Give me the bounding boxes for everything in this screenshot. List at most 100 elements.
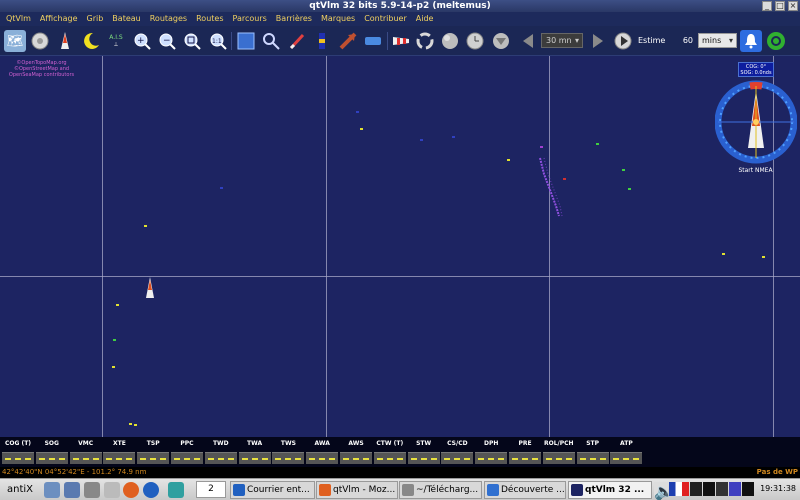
instrument-cs-cd[interactable]: CS/CD [441,440,474,466]
ais-boat-marker[interactable] [622,169,625,171]
compass-icon[interactable] [29,30,51,52]
menu-grib[interactable]: Grib [87,12,104,26]
ais-boat-marker[interactable] [452,136,455,138]
menu-marques[interactable]: Marques [321,12,355,26]
estime-input[interactable]: 60 [668,33,695,48]
ais-boat-marker[interactable] [596,143,599,145]
ais-boat-marker[interactable] [220,187,223,189]
close-button[interactable]: × [788,1,798,11]
ais-boat-marker[interactable] [540,146,543,148]
task-mail[interactable]: Courrier ent... [230,481,315,499]
instrument-cog-t[interactable]: COG (T) [2,440,34,466]
maximize-button[interactable]: □ [775,1,785,11]
menu-contribuer[interactable]: Contribuer [364,12,407,26]
network-icon[interactable] [716,482,728,496]
menu-routages[interactable]: Routages [150,12,187,26]
instrument-stp[interactable]: STP [576,440,609,466]
windsock-icon[interactable] [390,30,412,52]
play-icon[interactable] [612,30,634,52]
square-icon[interactable] [235,30,257,52]
ais-boat-marker[interactable] [356,111,359,113]
barrier-icon[interactable] [311,30,333,52]
desktop-icon[interactable] [44,482,60,498]
thunderbird-icon[interactable] [143,482,159,498]
ais-boat-marker[interactable] [129,423,132,425]
tray-app-icon[interactable] [729,482,741,496]
instrument-tws[interactable]: TWS [272,440,305,466]
gps-icon[interactable] [765,30,787,52]
tray-app-icon[interactable] [690,482,702,496]
app-launcher-icon[interactable] [168,482,184,498]
terminal-icon[interactable] [84,482,100,498]
ais-boat-marker[interactable] [360,128,363,130]
menu-affichage[interactable]: Affichage [40,12,78,26]
ais-boat-marker[interactable] [722,253,725,255]
ais-boat-marker[interactable] [134,424,137,426]
time-step-select[interactable]: 30 mn [541,33,583,48]
task-downloads[interactable]: ~/Télécharg... [399,481,482,499]
task-firefox[interactable]: qtVlm - Moz... [316,481,398,499]
arrow-down-icon[interactable] [490,30,512,52]
tray-app-icon[interactable] [703,482,715,496]
menu-routes[interactable]: Routes [196,12,223,26]
instrument-twd[interactable]: TWD [204,440,237,466]
instrument-ctw-t[interactable]: CTW (T) [373,440,406,466]
menu-parcours[interactable]: Parcours [232,12,266,26]
ais-boat-marker[interactable] [112,366,115,368]
ais-icon[interactable]: A.I.S ⟂ [105,30,127,52]
instrument-tsp[interactable]: TSP [137,440,170,466]
ais-boat-marker[interactable] [628,188,631,190]
estime-unit-select[interactable]: mins [698,33,737,48]
ais-boat-marker[interactable] [144,225,147,227]
menu-bateau[interactable]: Bateau [112,12,140,26]
ruler-icon[interactable] [362,30,384,52]
start-button[interactable]: antiX [2,481,38,499]
pencil-icon[interactable] [286,30,308,52]
minimize-button[interactable]: _ [762,1,772,11]
ais-boat-marker[interactable] [116,304,119,306]
clock-icon[interactable] [464,30,486,52]
task-decouverte[interactable]: Découverte ... [484,481,566,499]
zoom-in-icon[interactable]: + [131,30,153,52]
zoom-fit-icon[interactable] [181,30,203,52]
volume-icon[interactable]: 🔈 [654,482,674,500]
instrument-twa[interactable]: TWA [238,440,271,466]
moon-icon[interactable] [80,30,102,52]
instrument-aws[interactable]: AWS [340,440,372,466]
ais-boat-marker[interactable] [420,139,423,141]
bell-icon[interactable] [740,30,762,52]
instrument-atp[interactable]: ATP [610,440,643,466]
map-canvas[interactable]: ©OpenTopoMap.org ©OpenStreetMap and Open… [0,56,800,437]
instrument-sog[interactable]: SOG [35,440,68,466]
zoom-1-1-icon[interactable]: 1:1 [207,30,229,52]
recycle-icon[interactable] [414,30,436,52]
instrument-awa[interactable]: AWA [306,440,339,466]
route-icon[interactable] [337,30,359,52]
instrument-pre[interactable]: PRE [509,440,541,466]
menu-qtvlm[interactable]: QtVlm [6,12,31,26]
ais-boat-marker[interactable] [113,339,116,341]
search-icon[interactable] [260,30,282,52]
instrument-xte[interactable]: XTE [103,440,136,466]
keyboard-layout-flag-icon[interactable] [669,482,689,496]
menu-barrieres[interactable]: Barrières [276,12,312,26]
tray-app-icon[interactable] [742,482,754,496]
workspace-switcher[interactable]: 2 [196,481,226,498]
editor-icon[interactable] [104,482,120,498]
instrument-rol-pch[interactable]: ROL/PCH [542,440,575,466]
task-qtvlm[interactable]: qtVlm 32 ... [568,481,652,499]
own-boat-icon[interactable] [144,276,156,300]
instrument-vmc[interactable]: VMC [69,440,102,466]
zoom-out-icon[interactable]: − [156,30,178,52]
ais-boat-marker[interactable] [762,256,765,258]
file-manager-icon[interactable] [64,482,80,498]
prev-icon[interactable] [517,30,539,52]
map-icon[interactable]: 🗺 [4,30,26,52]
sphere-icon[interactable] [439,30,461,52]
instrument-stw[interactable]: STW [407,440,440,466]
boat-icon[interactable] [54,30,76,52]
instrument-dph[interactable]: DPH [475,440,508,466]
ais-boat-marker[interactable] [507,159,510,161]
instrument-ppc[interactable]: PPC [171,440,203,466]
firefox-icon[interactable] [123,482,139,498]
